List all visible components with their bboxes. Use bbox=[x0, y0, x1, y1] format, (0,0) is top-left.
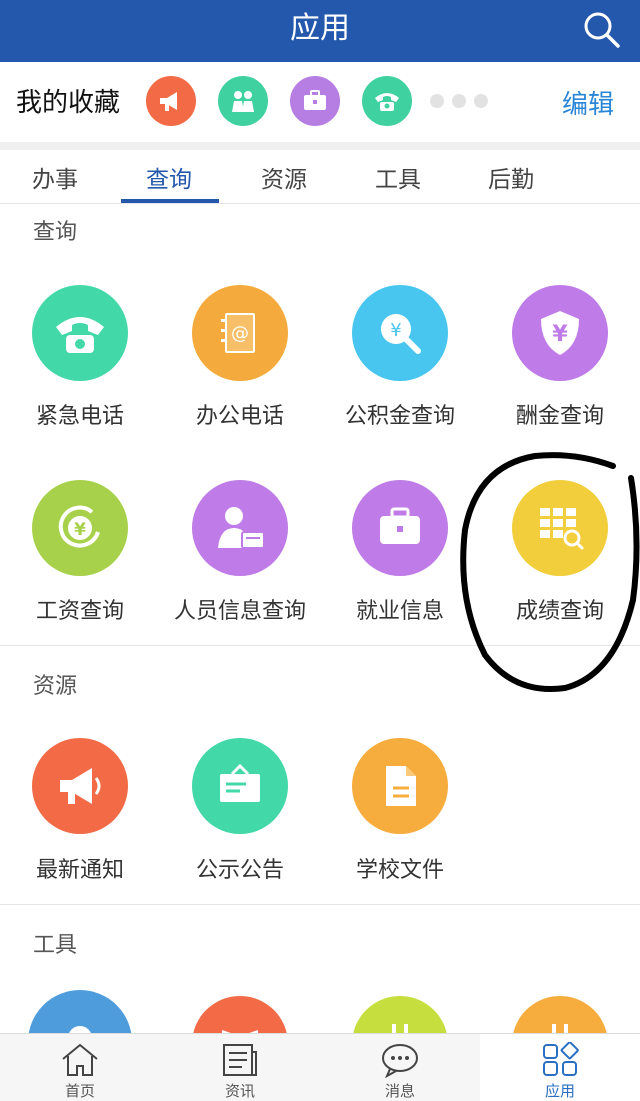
nav-label: 消息 bbox=[384, 1082, 415, 1100]
favorite-megaphone-icon[interactable] bbox=[146, 76, 196, 126]
app-label: 最新通知 bbox=[35, 858, 124, 883]
svg-text:¥: ¥ bbox=[74, 520, 86, 540]
search-icon[interactable] bbox=[580, 8, 622, 50]
page-title: 应用 bbox=[290, 11, 350, 46]
section-title-query: 查询 bbox=[33, 220, 78, 245]
tab-houqin[interactable]: 后勤 bbox=[488, 160, 534, 194]
shield-yen-icon[interactable]: ¥ bbox=[512, 285, 608, 381]
category-tabs: 办事 查询 资源 工具 后勤 bbox=[0, 150, 640, 204]
tab-chaxun[interactable]: 查询 bbox=[146, 160, 192, 194]
nav-apps[interactable]: 应用 bbox=[480, 1034, 640, 1101]
section-gap bbox=[0, 142, 640, 150]
document-icon[interactable] bbox=[352, 738, 448, 834]
nav-messages[interactable]: 消息 bbox=[320, 1034, 480, 1101]
search-yen-icon[interactable]: ¥ bbox=[352, 285, 448, 381]
section-title-tools: 工具 bbox=[33, 933, 78, 958]
section-divider bbox=[0, 904, 640, 905]
tab-ziyuan[interactable]: 资源 bbox=[261, 160, 307, 194]
nav-label: 首页 bbox=[64, 1082, 95, 1100]
news-icon bbox=[223, 1044, 257, 1076]
apps-icon bbox=[543, 1042, 579, 1076]
yen-coin-icon[interactable]: ¥ bbox=[32, 480, 128, 576]
notice-board-icon[interactable] bbox=[192, 738, 288, 834]
favorite-briefcase-icon[interactable] bbox=[290, 76, 340, 126]
bottom-navigation: 首页 资讯 消息 应用 bbox=[0, 1033, 640, 1101]
favorite-phone-icon[interactable] bbox=[362, 76, 412, 126]
tab-gongju[interactable]: 工具 bbox=[375, 160, 421, 194]
tab-banshi[interactable]: 办事 bbox=[32, 160, 78, 194]
address-book-icon[interactable]: @ bbox=[192, 285, 288, 381]
app-header: 应用 bbox=[0, 0, 640, 62]
svg-text:¥: ¥ bbox=[390, 320, 401, 341]
svg-text:@: @ bbox=[231, 323, 249, 344]
person-info-icon[interactable] bbox=[192, 480, 288, 576]
annotation-circle bbox=[460, 452, 640, 692]
briefcase-icon[interactable] bbox=[352, 480, 448, 576]
nav-label: 应用 bbox=[544, 1082, 575, 1100]
svg-text:¥: ¥ bbox=[552, 322, 568, 347]
emergency-phone-icon[interactable] bbox=[32, 285, 128, 381]
app-label: 紧急电话 bbox=[35, 404, 124, 429]
megaphone-icon[interactable] bbox=[32, 738, 128, 834]
favorites-bar: 我的收藏 编辑 bbox=[0, 62, 640, 142]
favorites-title: 我的收藏 bbox=[16, 88, 121, 118]
nav-label: 资讯 bbox=[224, 1082, 255, 1100]
app-label: 酬金查询 bbox=[515, 404, 604, 429]
app-label: 公积金查询 bbox=[344, 404, 455, 429]
app-label: 公示公告 bbox=[195, 858, 284, 883]
app-label: 学校文件 bbox=[355, 858, 444, 883]
nav-home[interactable]: 首页 bbox=[0, 1034, 160, 1101]
favorite-people-icon[interactable] bbox=[218, 76, 268, 126]
section-title-resources: 资源 bbox=[33, 674, 78, 699]
app-label: 工资查询 bbox=[35, 599, 124, 624]
app-label: 人员信息查询 bbox=[173, 599, 306, 624]
favorites-pager-dots bbox=[430, 94, 488, 108]
app-label: 办公电话 bbox=[195, 404, 284, 429]
edit-favorites-button[interactable]: 编辑 bbox=[562, 84, 614, 121]
nav-news[interactable]: 资讯 bbox=[160, 1034, 320, 1101]
chat-icon bbox=[382, 1044, 418, 1078]
active-tab-indicator bbox=[121, 199, 219, 203]
home-icon bbox=[62, 1043, 98, 1076]
